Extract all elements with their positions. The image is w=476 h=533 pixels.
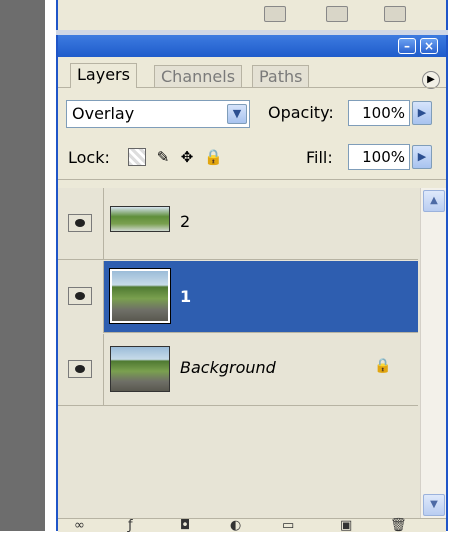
panel-titlebar: – × [58,35,446,57]
scroll-down-button[interactable]: ▼ [423,494,445,516]
tab-layers[interactable]: Layers [70,63,137,88]
lock-label: Lock: [68,148,110,167]
layer-row-1[interactable]: 1 [58,261,418,333]
visibility-eye-icon[interactable] [68,360,92,378]
scroll-up-button[interactable]: ▲ [423,190,445,212]
fill-slider-arrow[interactable]: ▶ [412,145,432,169]
blend-mode-value: Overlay [72,104,135,123]
tab-channels[interactable]: Channels [154,65,243,87]
opacity-slider-arrow[interactable]: ▶ [412,101,432,125]
fill-input[interactable]: 100% [348,144,410,170]
layer-name: 1 [180,287,192,306]
layer-name: Background [180,358,276,377]
lock-image-brush-icon[interactable]: ✎ [154,148,172,166]
prev-panel-button[interactable] [326,6,348,22]
lock-transparent-icon[interactable] [128,148,146,166]
lock-position-move-icon[interactable]: ✥ [178,148,196,166]
layers-bottom-toolbar: ∞ ƒ ◘ ◐ ▭ ▣ 🗑 [58,518,446,533]
layer-lock-icon: 🔒 [374,358,392,374]
prev-panel-trash-icon[interactable] [384,6,406,22]
blend-mode-select[interactable]: Overlay ▼ [66,100,250,128]
layer-thumbnail [110,346,170,392]
layer-row-background[interactable]: Background 🔒 [58,334,418,406]
layers-list: 2 1 Background 🔒 ▲ ▼ [58,188,446,518]
background-strip [0,0,56,531]
layer-name: 2 [180,212,191,231]
prev-panel-button[interactable] [264,6,286,22]
lock-all-icon[interactable]: 🔒 [204,148,223,166]
layer-thumbnail [109,268,171,324]
panel-tabs: Layers Channels Paths ▶ [58,57,446,89]
visibility-eye-icon[interactable] [68,214,92,232]
layer-thumbnail [110,206,170,232]
panel-content: Overlay ▼ Opacity: 100% ▶ Lock: ✎ ✥ 🔒 Fi… [58,87,446,533]
visibility-eye-icon[interactable] [68,287,92,305]
layer-row-2[interactable]: 2 [58,188,418,260]
lock-fill-row: Lock: ✎ ✥ 🔒 Fill: 100% ▶ [58,142,446,180]
chevron-down-icon[interactable]: ▼ [227,104,247,124]
opacity-label: Opacity: [268,103,334,122]
close-button[interactable]: × [420,38,438,54]
layers-panel: – × Layers Channels Paths ▶ Overlay ▼ Op… [56,35,448,533]
fill-label: Fill: [306,148,333,167]
tab-paths[interactable]: Paths [252,65,310,87]
blend-opacity-row: Overlay ▼ Opacity: 100% ▶ [58,100,446,130]
opacity-input[interactable]: 100% [348,100,410,126]
minimize-button[interactable]: – [398,38,416,54]
previous-panel-footer [56,0,448,30]
layers-scrollbar[interactable]: ▲ ▼ [420,188,446,518]
